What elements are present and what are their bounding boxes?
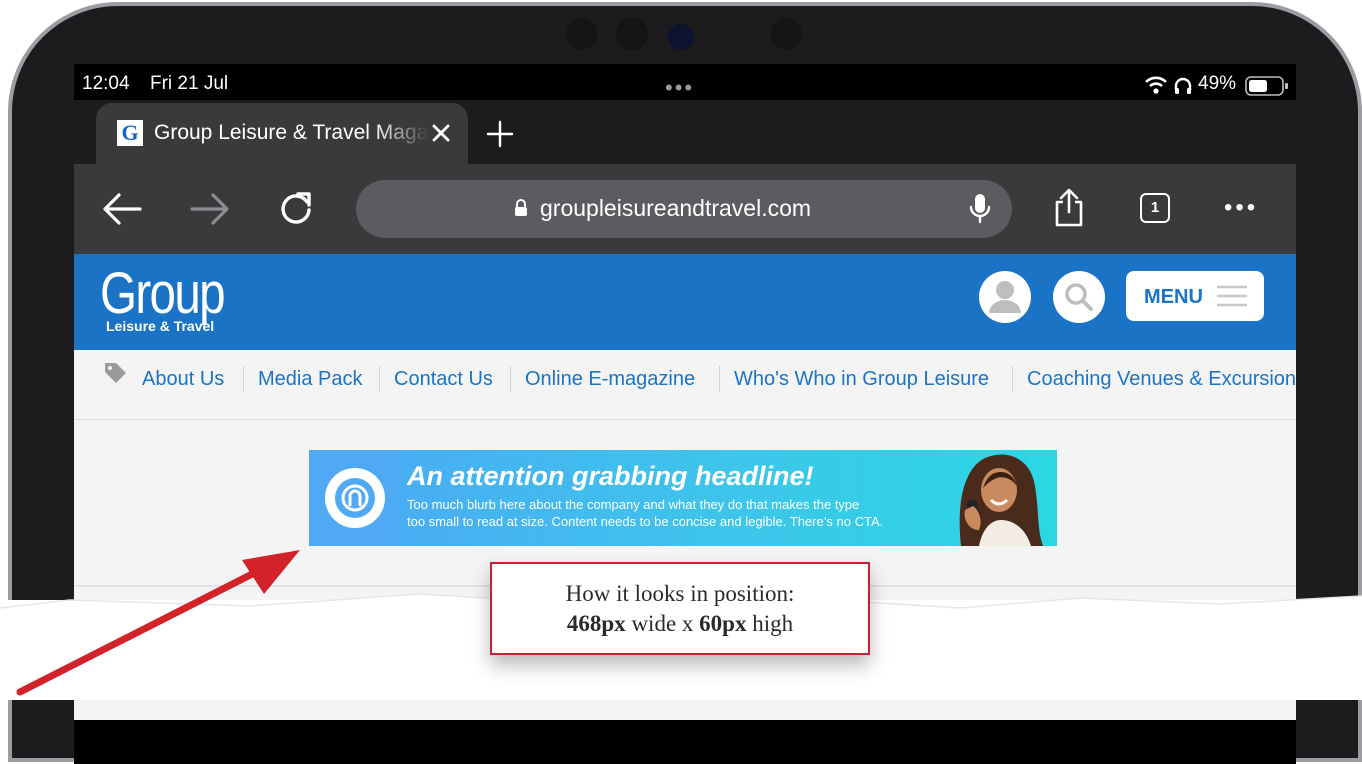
nav-link-coaching-venues[interactable]: Coaching Venues & Excursions — [1027, 366, 1295, 392]
pointer-arrow-icon — [16, 550, 300, 696]
headphones-icon — [1174, 77, 1192, 94]
status-date: Fri 21 Jul — [150, 73, 229, 94]
multitask-dots-icon[interactable]: ••• — [665, 77, 694, 99]
site-logo-subtitle: Leisure & Travel — [106, 318, 215, 334]
nav-separator — [379, 366, 380, 392]
url-text[interactable]: groupleisureandtravel.com — [540, 193, 811, 223]
menu-label: MENU — [1144, 286, 1203, 308]
site-header — [74, 254, 1296, 350]
callout-height-value: 60px — [699, 611, 747, 636]
nav-link-contact-us[interactable]: Contact Us — [394, 366, 493, 392]
nav-link-whos-who[interactable]: Who's Who in Group Leisure — [734, 366, 989, 392]
lock-icon — [515, 199, 527, 216]
tabs-count: 1 — [1150, 199, 1160, 216]
battery-icon — [1245, 76, 1288, 96]
nav-link-clip: Coaching Venues & Excursions — [1027, 366, 1295, 394]
new-tab-icon[interactable] — [486, 120, 514, 148]
banner-logo-icon — [335, 478, 375, 518]
nav-link-media-pack[interactable]: Media Pack — [258, 366, 363, 392]
tab-title[interactable]: Group Leisure & Travel Magazine — [154, 120, 429, 146]
share-icon[interactable] — [1052, 188, 1086, 228]
close-tab-icon[interactable] — [431, 123, 451, 143]
nav-separator — [243, 366, 244, 392]
microphone-icon[interactable] — [968, 192, 992, 226]
camera-lens — [668, 24, 694, 50]
callout-line-2: 468px wide x 60px high — [492, 609, 868, 639]
camera-sensor — [770, 18, 802, 50]
callout-line-1: How it looks in position: — [565, 581, 795, 606]
banner-person-photo — [959, 454, 1043, 546]
site-logo[interactable]: Group — [100, 262, 226, 326]
banner-copy-line-2: too small to read at size. Content needs… — [407, 514, 884, 529]
hamburger-icon — [1217, 285, 1247, 307]
more-options-icon[interactable]: ••• — [1224, 196, 1258, 220]
camera-sensor — [566, 18, 598, 50]
reload-icon[interactable] — [278, 190, 314, 226]
callout-width-word: wide x — [631, 611, 694, 636]
battery-percent: 49% — [1198, 73, 1237, 94]
wifi-icon — [1145, 76, 1167, 94]
size-callout: How it looks in position: 468px wide x 6… — [490, 562, 870, 655]
banner-copy-line-1: Too much blurb here about the company an… — [407, 497, 860, 512]
status-time: 12:04 — [82, 73, 130, 94]
callout-width-value: 468px — [566, 611, 626, 636]
nav-link-online-e-magazine[interactable]: Online E-magazine — [525, 366, 695, 392]
tag-icon — [105, 363, 126, 383]
nav-separator — [510, 366, 511, 392]
back-arrow-icon[interactable] — [102, 192, 142, 226]
user-icon — [989, 281, 1021, 313]
forward-arrow-icon[interactable] — [190, 192, 230, 226]
banner-headline: An attention grabbing headline! — [407, 461, 814, 491]
callout-height-word: high — [752, 611, 794, 636]
banner-ad[interactable]: An attention grabbing headline! Too much… — [309, 450, 1057, 546]
search-icon — [1065, 283, 1093, 311]
nav-separator — [1012, 366, 1013, 392]
camera-sensor — [616, 18, 648, 50]
nav-separator — [719, 366, 720, 392]
nav-link-about-us[interactable]: About Us — [142, 366, 224, 392]
tab-favicon-icon: G — [117, 120, 143, 146]
